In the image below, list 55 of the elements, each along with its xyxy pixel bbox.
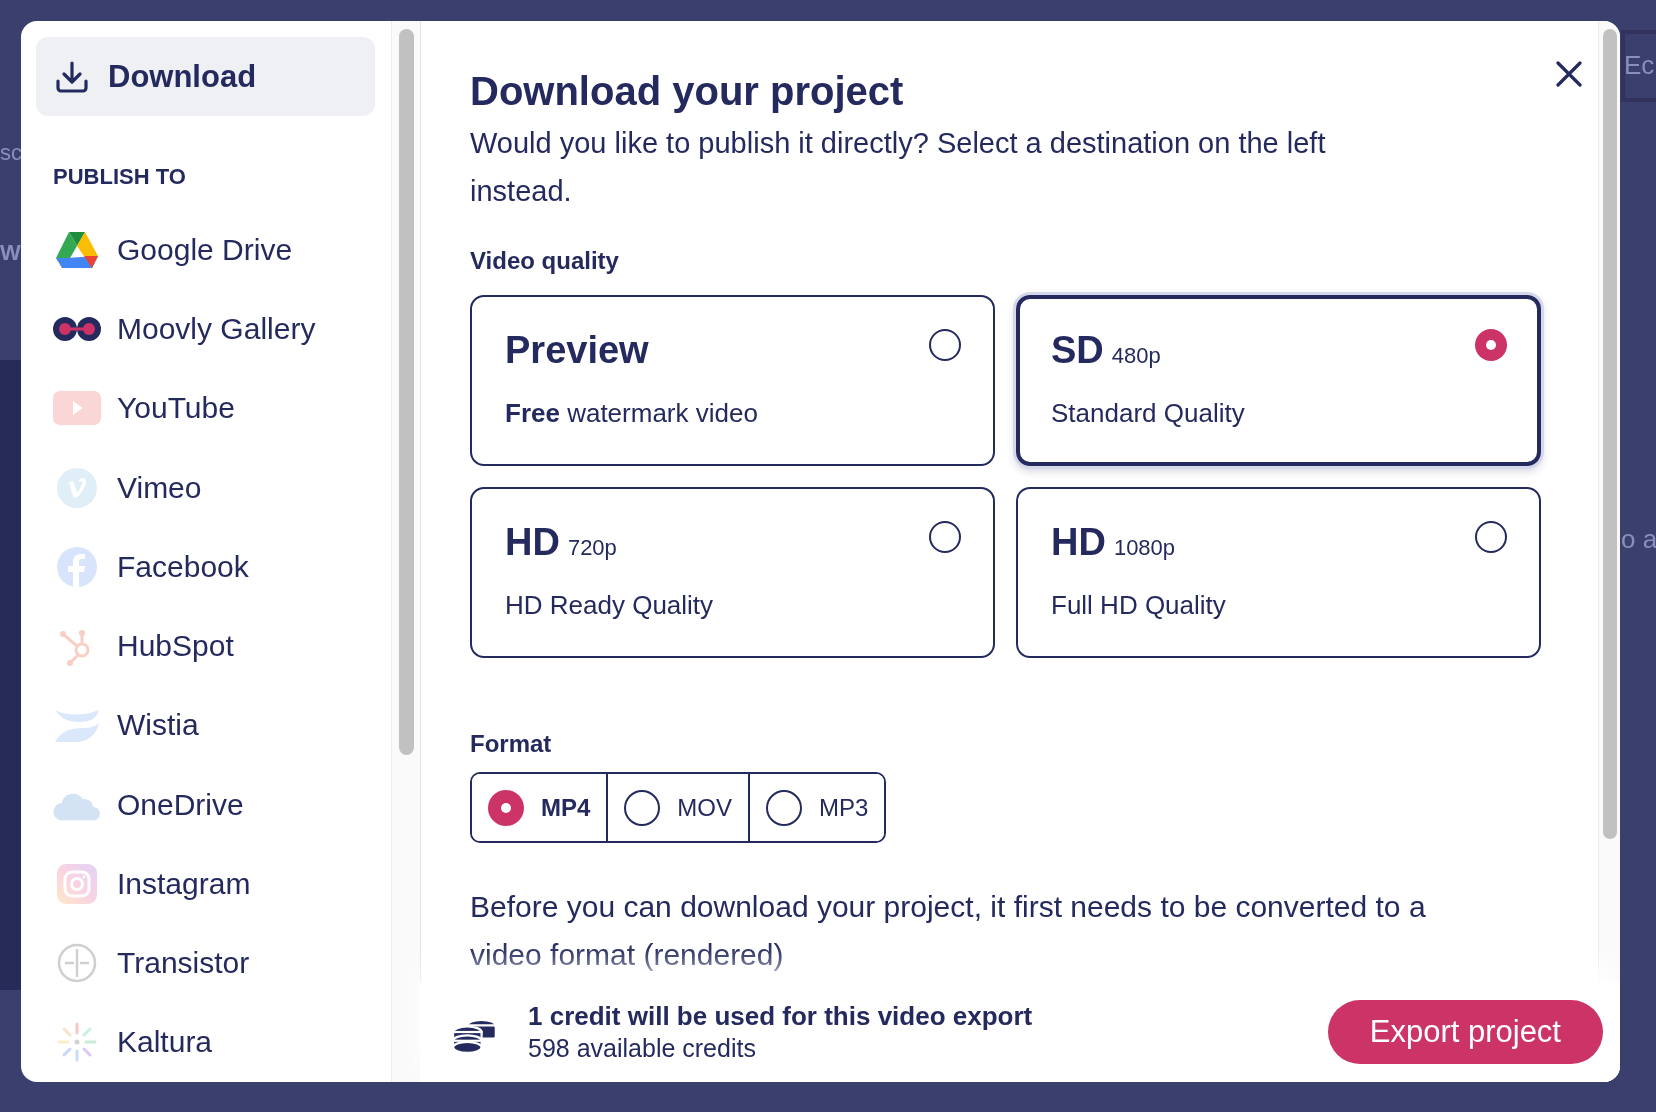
- play-icon: [53, 391, 101, 426]
- triangle-icon: [54, 229, 100, 270]
- scrollbar-thumb[interactable]: [1603, 29, 1617, 839]
- radio-button[interactable]: [1475, 521, 1507, 553]
- resolution-text: 480p: [1111, 343, 1161, 369]
- destination-item[interactable]: Transistor: [36, 923, 375, 1003]
- f-circle-icon: [57, 546, 97, 587]
- radio-button[interactable]: [1475, 329, 1507, 361]
- export-button[interactable]: Export project: [1327, 1000, 1603, 1064]
- destination-item[interactable]: Facebook: [36, 527, 375, 607]
- destination-item[interactable]: OneDrive: [36, 765, 375, 845]
- quality-option[interactable]: Preview Free watermark video: [470, 295, 995, 466]
- option-description: Free watermark video: [505, 398, 759, 429]
- download-button[interactable]: Download: [36, 37, 375, 117]
- option-description: HD Ready Quality: [505, 590, 715, 621]
- dialog-title: Download your project: [470, 68, 904, 115]
- background-text: W: [0, 240, 21, 266]
- destination-item[interactable]: Wistia: [36, 685, 375, 765]
- resolution-text: 1080p: [1113, 535, 1176, 561]
- background-text: sc: [0, 140, 22, 166]
- sparkle-icon: [57, 1022, 97, 1063]
- available-credits-text: 598 available credits: [528, 1034, 757, 1063]
- format-option[interactable]: MP3: [748, 774, 885, 841]
- background-text: Ec: [1624, 50, 1655, 81]
- destination-item[interactable]: Moovly Gallery: [36, 289, 375, 369]
- destination-item[interactable]: Instagram: [36, 844, 375, 924]
- option-title: HD: [505, 521, 560, 564]
- option-title: Preview: [505, 329, 649, 372]
- scrollbar-thumb[interactable]: [399, 29, 414, 755]
- radio-button[interactable]: [929, 521, 961, 553]
- quality-option[interactable]: HD 1080p Full HD Quality: [1016, 487, 1541, 658]
- conversion-note: Before you can download your project, it first needs to be converted to a video format (rendered): [470, 889, 1427, 973]
- circle-cross-icon: [57, 943, 97, 984]
- section-title: PUBLISH TO: [53, 164, 187, 191]
- close-icon[interactable]: [1556, 61, 1582, 87]
- option-description: Standard Quality: [1051, 398, 1246, 429]
- resolution-text: 720p: [567, 535, 617, 561]
- destination-item[interactable]: YouTube: [36, 368, 375, 448]
- destination-item[interactable]: Kaltura: [36, 1002, 375, 1082]
- destination-item[interactable]: Vimeo: [36, 448, 375, 528]
- section-label: Video quality: [470, 247, 620, 275]
- credit-usage-text: 1 credit will be used for this video export: [528, 1001, 1034, 1032]
- dialog-subtitle: Would you like to publish it directly? Select a destination on the left instead.: [470, 126, 1327, 209]
- option-title: SD: [1051, 329, 1104, 372]
- destination-item[interactable]: Google Drive: [36, 210, 375, 290]
- camera-icon: [57, 863, 97, 904]
- option-description: Full HD Quality: [1051, 590, 1227, 621]
- radio-button[interactable]: [929, 329, 961, 361]
- quality-option[interactable]: SD 480p Standard Quality: [1016, 295, 1541, 466]
- section-label: Format: [470, 730, 553, 758]
- option-title: HD: [1051, 521, 1106, 564]
- linked-circles-icon: [53, 316, 101, 343]
- quality-option[interactable]: HD 720p HD Ready Quality: [470, 487, 995, 658]
- destination-item[interactable]: HubSpot: [36, 606, 375, 686]
- v-circle-icon: [57, 467, 97, 508]
